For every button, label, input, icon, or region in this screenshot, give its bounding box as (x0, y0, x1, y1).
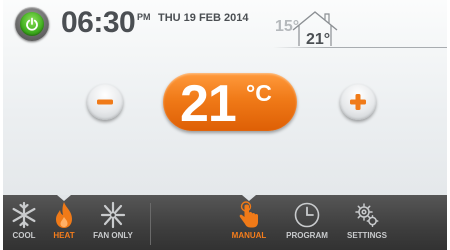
clock-ampm: PM (137, 12, 151, 22)
program-label: PROGRAM (286, 231, 328, 240)
heat-mode-button[interactable]: HEAT (49, 201, 79, 240)
clock-time: 06:30 (61, 6, 136, 39)
gear-icon (355, 203, 379, 227)
fan-only-mode-button[interactable]: FAN ONLY (87, 201, 139, 240)
flame-icon (56, 202, 72, 228)
program-nav-button[interactable]: PROGRAM (279, 201, 335, 240)
manual-nav-button[interactable]: MANUAL (225, 201, 273, 240)
snowflake-icon (12, 201, 36, 229)
outdoor-temperature: 15° (275, 18, 300, 35)
set-temperature-value: 21 (180, 75, 237, 133)
thermostat-screen: 06:30 PM THU 19 FEB 2014 15° 21° 21 °C C… (3, 0, 447, 250)
fan-icon (100, 201, 126, 229)
clock-icon (294, 202, 320, 228)
power-button[interactable] (15, 7, 49, 41)
bar-divider (150, 203, 151, 245)
heat-label: HEAT (53, 231, 75, 240)
increase-temperature-button[interactable] (340, 84, 376, 120)
minus-icon (97, 99, 113, 105)
cool-label: COOL (12, 231, 36, 240)
divider (273, 47, 447, 48)
hand-pointer-icon (239, 201, 258, 228)
manual-label: MANUAL (231, 231, 267, 240)
cool-mode-button[interactable]: COOL (9, 201, 39, 240)
temperature-unit: °C (246, 80, 272, 106)
settings-label: SETTINGS (346, 231, 387, 240)
decrease-temperature-button[interactable] (87, 84, 123, 120)
power-icon (20, 12, 44, 36)
plus-icon (350, 94, 366, 110)
bottom-bar: COOL HEAT FAN ONLY MANUAL PROGRAM SETTIN… (3, 195, 447, 250)
current-date: THU 19 FEB 2014 (158, 12, 249, 24)
fan-only-label: FAN ONLY (93, 231, 133, 240)
settings-nav-button[interactable]: SETTINGS (341, 201, 393, 240)
